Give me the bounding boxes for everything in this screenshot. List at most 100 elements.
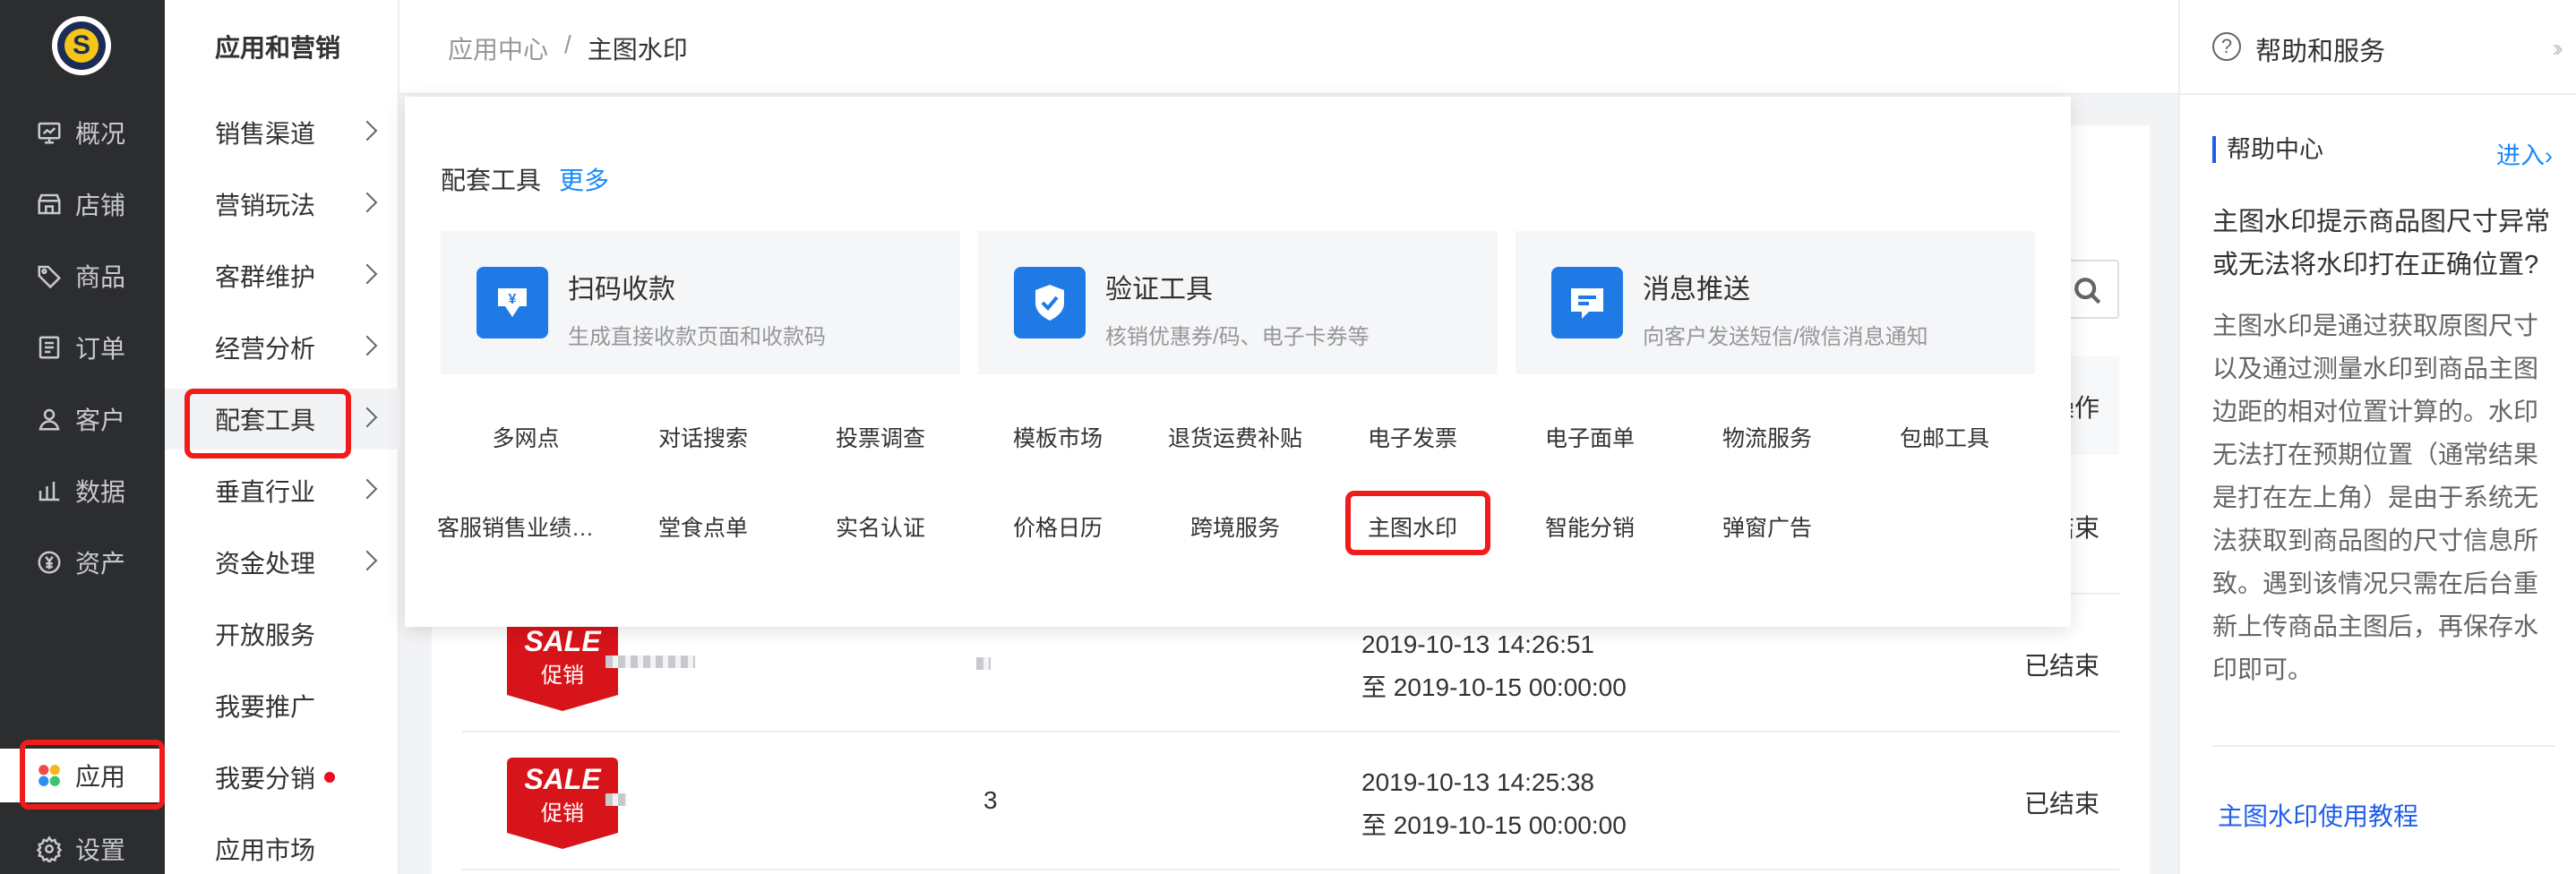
nav-item-label: 客户 [75, 407, 126, 434]
yuan-icon [38, 551, 61, 574]
tool-item[interactable]: 对话搜索 [614, 421, 792, 453]
message-icon [1571, 288, 1603, 319]
help-question: 主图水印提示商品图尺寸异常或无法将水印打在正确位置? [2212, 208, 2551, 279]
tutorial-link[interactable]: 主图水印使用教程 [2218, 797, 2418, 833]
highlight-apps [20, 740, 165, 810]
shield-check-icon [1035, 285, 1064, 321]
qr-pay-icon: ¥ [498, 288, 527, 317]
nav-item-orders[interactable]: 订单 [0, 321, 165, 374]
tool-item[interactable]: 弹窗广告 [1679, 510, 1856, 543]
divider [2212, 745, 2555, 747]
chevron-right-icon [356, 192, 378, 213]
app-root: S 概况 店铺 商品 订单 客户 数据 资产 应用 设置 应用和营销 销售渠道 … [0, 0, 2576, 874]
nav-item-overview[interactable]: 概况 [0, 106, 165, 159]
store-logo[interactable]: S [52, 16, 111, 75]
count-text: 3 [983, 786, 998, 814]
menu-item-sales-channels[interactable]: 销售渠道 [165, 102, 399, 163]
nav-item-goods[interactable]: 商品 [0, 249, 165, 303]
nav-item-label: 店铺 [75, 192, 126, 219]
tag-icon [38, 265, 62, 289]
more-link[interactable]: 更多 [559, 161, 609, 197]
chevron-right-icon [356, 407, 378, 428]
tool-item[interactable]: 实名认证 [792, 510, 969, 543]
highlight-watermark [1345, 491, 1490, 555]
nav-item-label: 设置 [75, 836, 126, 864]
bar-chart-icon [39, 482, 60, 501]
feature-name: 消息推送 [1643, 275, 1750, 304]
nav-item-label: 资产 [75, 550, 126, 578]
sale-badge: SALE 促销 [507, 620, 618, 711]
tool-item[interactable]: 电子发票 [1324, 421, 1501, 453]
menu-item-app-market[interactable]: 应用市场 [165, 818, 399, 874]
tool-item[interactable]: 堂食点单 [614, 510, 792, 543]
sale-badge: SALE 促销 [507, 758, 618, 849]
menu-item-funds[interactable]: 资金处理 [165, 532, 399, 593]
chevron-right-icon [356, 478, 378, 500]
chevron-right-icon [356, 335, 378, 356]
tool-item[interactable]: 价格日历 [969, 510, 1146, 543]
help-pane: ? 帮助和服务 ›› 帮助中心 进入› 主图水印提示商品图尺寸异常或无法将水印打… [2178, 0, 2576, 874]
help-enter-link[interactable]: 进入› [2496, 136, 2553, 171]
menu-item-customer-care[interactable]: 客群维护 [165, 245, 399, 306]
tool-item[interactable]: 多网点 [437, 421, 614, 453]
feature-desc: 向客户发送短信/微信消息通知 [1643, 325, 1928, 349]
nav-item-customers[interactable]: 客户 [0, 392, 165, 446]
nav-item-store[interactable]: 店铺 [0, 177, 165, 231]
feature-desc: 生成直接收款页面和收款码 [568, 325, 826, 349]
menu-item-promote[interactable]: 我要推广 [165, 675, 399, 736]
tool-item[interactable]: 客服销售业绩报表 [437, 510, 607, 543]
breadcrumb-parent[interactable]: 应用中心 [448, 30, 548, 66]
tool-item[interactable]: 电子面单 [1501, 421, 1679, 453]
dashboard-icon [38, 122, 61, 144]
order-icon [39, 336, 60, 359]
nav-item-label: 数据 [75, 478, 126, 506]
panel-title: 配套工具 [441, 167, 542, 194]
breadcrumb-separator: / [564, 30, 571, 58]
redacted-count [976, 657, 991, 670]
tool-item[interactable]: 退货运费补贴 [1146, 421, 1324, 453]
nav-item-label: 商品 [75, 263, 126, 291]
help-header-title: 帮助和服务 [2255, 38, 2386, 66]
secondary-sidebar-title: 应用和营销 [215, 34, 341, 62]
nav-item-data[interactable]: 数据 [0, 464, 165, 518]
tool-item[interactable]: 投票调查 [792, 421, 969, 453]
search-icon [2074, 278, 2101, 304]
time-end: 至 2019-10-15 00:00:00 [1361, 811, 1627, 839]
nav-item-label: 概况 [75, 120, 126, 148]
feature-card-qr-pay[interactable]: ¥ 扫码收款 生成直接收款页面和收款码 [441, 231, 960, 374]
breadcrumb: 应用中心 / 主图水印 [448, 30, 688, 66]
chevron-right-icon [356, 263, 378, 285]
chevron-right-icon: › [2545, 142, 2553, 169]
store-icon [38, 193, 61, 215]
feature-name: 验证工具 [1105, 275, 1213, 304]
menu-item-marketing[interactable]: 营销玩法 [165, 174, 399, 235]
help-center-title: 帮助中心 [2212, 136, 2323, 163]
feature-name: 扫码收款 [568, 275, 675, 304]
tool-item[interactable]: 物流服务 [1679, 421, 1856, 453]
redacted-title [605, 793, 627, 806]
collapse-icon[interactable]: ›› [2552, 34, 2563, 63]
tool-item[interactable]: 跨境服务 [1146, 510, 1324, 543]
nav-item-settings[interactable]: 设置 [0, 822, 165, 874]
user-icon [39, 408, 60, 431]
feature-card-message[interactable]: 消息推送 向客户发送短信/微信消息通知 [1516, 231, 2035, 374]
menu-item-distribution[interactable]: 我要分销 [165, 747, 399, 808]
redacted-title [605, 656, 695, 668]
tool-item[interactable]: 模板市场 [969, 421, 1146, 453]
highlight-tools [185, 389, 351, 458]
tool-item[interactable]: 包邮工具 [1856, 421, 2033, 453]
help-answer: 主图水印是通过获取原图尺寸以及通过测量水印到商品主图边距的相对位置计算的。水印无… [2212, 312, 2539, 683]
notification-dot [324, 772, 336, 783]
time-start: 2019-10-13 14:25:38 [1361, 768, 1594, 796]
feature-card-verify[interactable]: 验证工具 核销优惠券/码、电子卡券等 [978, 231, 1498, 374]
menu-item-analytics[interactable]: 经营分析 [165, 317, 399, 378]
chevron-right-icon [356, 120, 378, 141]
menu-item-open-services[interactable]: 开放服务 [165, 604, 399, 664]
feature-desc: 核销优惠券/码、电子卡券等 [1105, 325, 1370, 349]
page-header: 应用中心 / 主图水印 [399, 0, 2178, 95]
time-end: 至 2019-10-15 00:00:00 [1361, 673, 1627, 701]
nav-item-assets[interactable]: 资产 [0, 536, 165, 589]
tool-item[interactable]: 智能分销 [1501, 510, 1679, 543]
question-circle-icon: ? [2212, 32, 2241, 61]
menu-item-vertical-industry[interactable]: 垂直行业 [165, 460, 399, 521]
